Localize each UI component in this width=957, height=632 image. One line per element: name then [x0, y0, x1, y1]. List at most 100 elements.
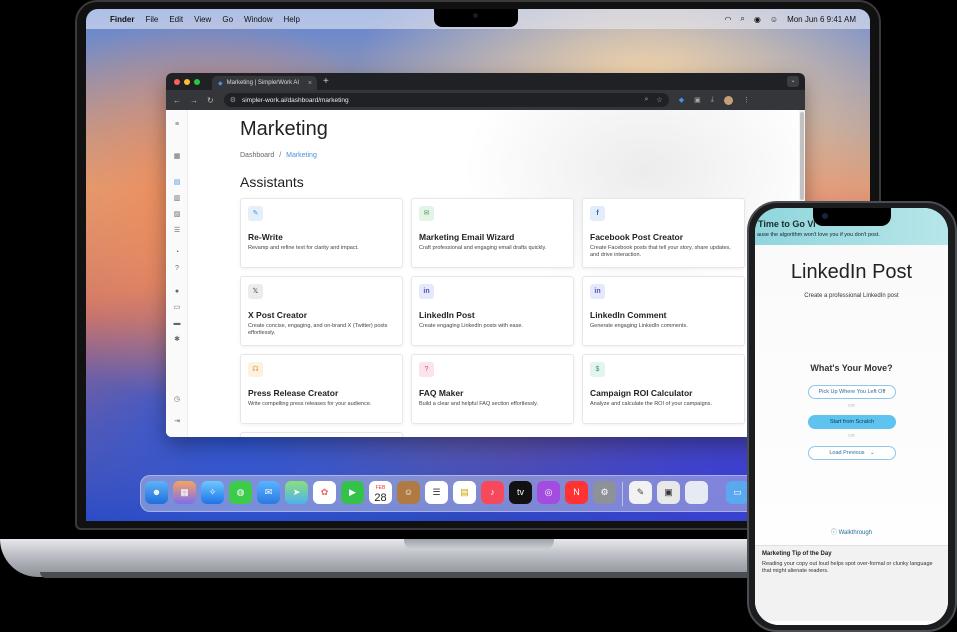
menu-clock[interactable]: Mon Jun 6 9:41 AM	[787, 15, 856, 24]
team-icon[interactable]: ☰	[172, 226, 182, 236]
bookmark-star-icon[interactable]: ☆	[656, 96, 662, 104]
profile-avatar[interactable]	[723, 95, 733, 105]
feed-icon[interactable]: ◔	[172, 248, 182, 258]
menu-help[interactable]: Help	[283, 15, 299, 24]
assistant-card-email-wizard[interactable]: ✉ Marketing Email Wizard Craft professio…	[411, 198, 574, 268]
user-icon[interactable]: ☺	[770, 15, 778, 24]
dashboard-icon[interactable]: ▦	[172, 152, 182, 162]
or-divider: OR	[848, 433, 855, 438]
preview-icon[interactable]: ▣	[657, 481, 680, 504]
news-icon[interactable]: N	[565, 481, 588, 504]
download-icon[interactable]: ⤓	[711, 96, 714, 104]
archive-icon[interactable]: ▬	[172, 319, 182, 329]
extensions-puzzle-icon[interactable]: ▣	[694, 96, 701, 104]
print-icon[interactable]: ▭	[172, 303, 182, 313]
logout-icon[interactable]: ⇥	[172, 417, 182, 427]
walkthrough-link[interactable]: ⓘ Walkthrough	[755, 527, 948, 536]
menu-go[interactable]: Go	[222, 15, 233, 24]
reminders-icon[interactable]: ☰	[425, 481, 448, 504]
search-icon[interactable]: ⌕	[740, 14, 744, 24]
music-icon[interactable]: ♪	[481, 481, 504, 504]
textedit-icon[interactable]: ✎	[629, 481, 652, 504]
tip-body: Reading your copy out loud helps spot ov…	[762, 561, 933, 574]
breadcrumb-dashboard[interactable]: Dashboard	[240, 152, 274, 159]
assistant-card-faq[interactable]: ? FAQ Maker Build a clear and helpful FA…	[411, 354, 574, 424]
scrollbar-thumb[interactable]	[800, 112, 804, 200]
downloads-stack-icon[interactable]	[685, 481, 708, 504]
menu-file[interactable]: File	[145, 15, 158, 24]
chevron-down-icon: ⌄	[870, 450, 875, 456]
site-favicon-icon: ◆	[218, 80, 223, 87]
menu-app-name[interactable]: Finder	[110, 15, 134, 24]
page-title: Marketing	[240, 118, 328, 140]
notes-icon[interactable]: ▤	[453, 481, 476, 504]
facetime-icon[interactable]: ▶	[341, 481, 364, 504]
back-icon[interactable]: ←	[173, 96, 181, 105]
email-icon: ✉	[419, 206, 434, 221]
photos-icon[interactable]: ✿	[313, 481, 336, 504]
assistant-card-rewrite[interactable]: ✎ Re-Write Revamp and refine text for cl…	[240, 198, 403, 268]
phone-notch	[813, 208, 891, 226]
tab-search-button[interactable]: ⌄	[787, 76, 799, 87]
assistant-card-x-post[interactable]: 𝕏 X Post Creator Create concise, engagin…	[240, 276, 403, 346]
url-input[interactable]: ⚙ simpler-work.ai/dashboard/marketing ⌕ …	[223, 93, 669, 107]
phone-content: LinkedIn Post Create a professional Link…	[755, 245, 948, 625]
new-tab-button[interactable]: +	[323, 76, 329, 87]
control-center-icon[interactable]: ◉	[754, 15, 761, 24]
finder-icon[interactable]: ☻	[145, 481, 168, 504]
launchpad-icon[interactable]: ▦	[173, 481, 196, 504]
help-icon[interactable]: ?	[172, 264, 182, 274]
more-menu-icon[interactable]: ⋮	[743, 96, 750, 104]
assistant-card-partial[interactable]	[240, 432, 403, 437]
calendar-icon[interactable]: FEB 28	[369, 481, 392, 504]
tv-icon[interactable]: tv	[509, 481, 532, 504]
sales-icon[interactable]: ▥	[172, 194, 182, 204]
close-window-button[interactable]	[174, 78, 180, 85]
extension-icon[interactable]: ◆	[679, 96, 684, 104]
zoom-window-button[interactable]	[194, 78, 200, 85]
question-icon: ?	[419, 362, 434, 377]
settings-icon[interactable]: ✱	[172, 335, 182, 345]
minimize-window-button[interactable]	[184, 78, 190, 85]
assistant-card-press-release[interactable]: ☊ Press Release Creator Write compelling…	[240, 354, 403, 424]
assistant-card-roi[interactable]: $ Campaign ROI Calculator Analyze and ca…	[582, 354, 745, 424]
zoom-icon[interactable]: ⌕	[645, 96, 649, 104]
marketing-icon[interactable]: ▤	[172, 178, 182, 188]
hamburger-menu-icon[interactable]: ≡	[172, 120, 182, 130]
assistant-card-facebook[interactable]: f Facebook Post Creator Create Facebook …	[582, 198, 745, 268]
system-settings-icon[interactable]: ⚙	[593, 481, 616, 504]
menu-view[interactable]: View	[194, 15, 211, 24]
resume-button[interactable]: Pick Up Where You Left Off	[808, 385, 896, 399]
wifi-icon[interactable]: ◠	[724, 15, 731, 24]
mail-icon[interactable]: ✉	[257, 481, 280, 504]
safari-icon[interactable]: ✧	[201, 481, 224, 504]
front-camera-icon	[822, 213, 828, 219]
finance-icon[interactable]: ▨	[172, 210, 182, 220]
menu-edit[interactable]: Edit	[169, 15, 183, 24]
site-info-icon[interactable]: ⚙	[230, 96, 236, 104]
menu-window[interactable]: Window	[244, 15, 272, 24]
podcasts-icon[interactable]: ◎	[537, 481, 560, 504]
web-page: ≡ ▦ ▤ ▥ ▨ ☰ ◔ ? ● ▭ ▬ ✱ ◷ ⇥ Marketing Da…	[166, 110, 805, 437]
messages-icon[interactable]: ◍	[229, 481, 252, 504]
load-previous-button[interactable]: Load Previous ⌄	[808, 446, 896, 460]
maps-icon[interactable]: ➤	[285, 481, 308, 504]
phone-title: LinkedIn Post	[790, 261, 913, 283]
banner-title: Time to Go Vi	[758, 219, 816, 229]
assistant-card-linkedin-comment[interactable]: in LinkedIn Comment Generate engaging Li…	[582, 276, 745, 346]
start-from-scratch-button[interactable]: Start from Scratch	[808, 415, 896, 429]
contacts-icon[interactable]: ☺	[397, 481, 420, 504]
reload-icon[interactable]: ↻	[207, 96, 214, 105]
account-icon[interactable]: ●	[172, 287, 182, 297]
calendar-day: 28	[374, 492, 387, 504]
close-tab-icon[interactable]: ×	[308, 80, 312, 87]
browser-tab[interactable]: ◆ Marketing | SimplerWork AI ×	[212, 76, 317, 90]
folder-icon[interactable]: ▭	[726, 481, 749, 504]
forward-icon[interactable]: →	[190, 96, 198, 105]
history-icon[interactable]: ◷	[172, 395, 182, 405]
breadcrumb-current: Marketing	[286, 152, 317, 159]
card-title: Marketing Email Wizard	[419, 232, 515, 242]
assistant-card-linkedin-post[interactable]: in LinkedIn Post Create engaging LinkedI…	[411, 276, 574, 346]
laptop-lid-notch	[404, 539, 554, 550]
card-description: Analyze and calculate the ROI of your ca…	[590, 401, 712, 407]
